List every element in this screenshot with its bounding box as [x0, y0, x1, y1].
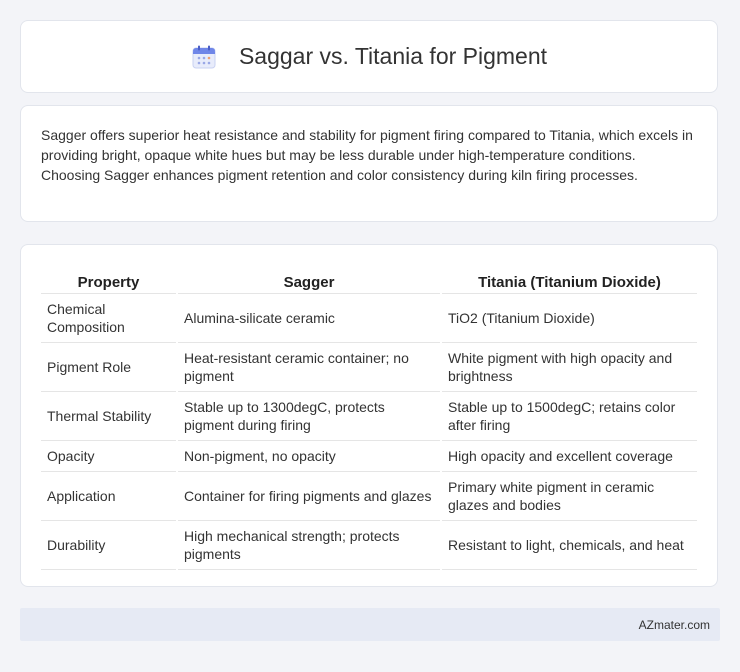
- table-row: Durability High mechanical strength; pro…: [41, 520, 697, 570]
- row-property: Opacity: [41, 440, 177, 472]
- row-titania-value: High opacity and excellent coverage: [440, 440, 697, 472]
- comparison-card: Property Sagger Titania (Titanium Dioxid…: [20, 244, 718, 587]
- table-row: Opacity Non-pigment, no opacity High opa…: [41, 440, 697, 472]
- summary-text: Sagger offers superior heat resistance a…: [41, 127, 693, 183]
- row-property: Durability: [41, 520, 177, 570]
- footer: AZmater.com: [20, 608, 720, 641]
- column-header-property: Property: [41, 265, 177, 294]
- row-property: Pigment Role: [41, 342, 177, 392]
- row-titania-value: Stable up to 1500degC; retains color aft…: [440, 391, 697, 441]
- table-header-row: Property Sagger Titania (Titanium Dioxid…: [41, 265, 697, 294]
- comparison-table: Property Sagger Titania (Titanium Dioxid…: [41, 265, 697, 570]
- row-titania-value: TiO2 (Titanium Dioxide): [440, 293, 697, 343]
- row-titania-value: Resistant to light, chemicals, and heat: [440, 520, 697, 570]
- row-sagger-value: Container for firing pigments and glazes: [176, 471, 441, 521]
- table-row: Application Container for firing pigment…: [41, 471, 697, 521]
- table-row: Thermal Stability Stable up to 1300degC,…: [41, 391, 697, 441]
- title-card: Saggar vs. Titania for Pigment: [20, 20, 718, 93]
- row-titania-value: Primary white pigment in ceramic glazes …: [440, 471, 697, 521]
- row-property: Application: [41, 471, 177, 521]
- row-titania-value: White pigment with high opacity and brig…: [440, 342, 697, 392]
- row-property: Chemical Composition: [41, 293, 177, 343]
- calendar-icon: [191, 44, 217, 70]
- row-sagger-value: Stable up to 1300degC, protects pigment …: [176, 391, 441, 441]
- footer-brand-link[interactable]: AZmater.com: [639, 618, 710, 632]
- column-header-titania: Titania (Titanium Dioxide): [440, 265, 697, 294]
- column-header-sagger: Sagger: [176, 265, 441, 294]
- row-sagger-value: High mechanical strength; protects pigme…: [176, 520, 441, 570]
- row-sagger-value: Non-pigment, no opacity: [176, 440, 441, 472]
- summary-card: Sagger offers superior heat resistance a…: [20, 105, 718, 222]
- table-row: Chemical Composition Alumina-silicate ce…: [41, 293, 697, 343]
- table-row: Pigment Role Heat-resistant ceramic cont…: [41, 342, 697, 392]
- page-title: Saggar vs. Titania for Pigment: [238, 43, 548, 69]
- row-sagger-value: Heat-resistant ceramic container; no pig…: [176, 342, 441, 392]
- row-sagger-value: Alumina-silicate ceramic: [176, 293, 441, 343]
- row-property: Thermal Stability: [41, 391, 177, 441]
